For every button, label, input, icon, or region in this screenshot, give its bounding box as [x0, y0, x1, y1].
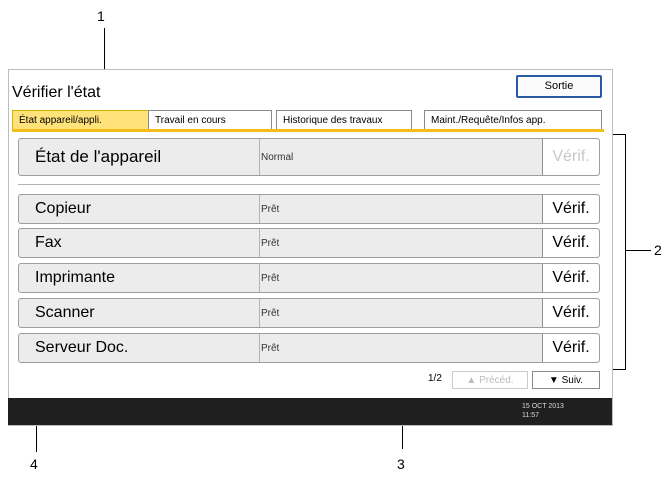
callout-2: 2 — [654, 242, 662, 258]
fax-check-button[interactable]: Vérif. — [542, 229, 599, 257]
page-indicator: 1/2 — [428, 373, 442, 384]
callout-2-bracket — [625, 134, 626, 370]
function-row-printer: Imprimante Prêt Vérif. — [18, 263, 600, 293]
function-status: Prêt — [261, 203, 280, 215]
tab-current-job[interactable]: Travail en cours — [148, 110, 272, 130]
function-row-scanner: Scanner Prêt Vérif. — [18, 298, 600, 328]
screen-title: Vérifier l'état — [12, 84, 101, 101]
function-status: Prêt — [261, 307, 280, 319]
callout-1: 1 — [97, 8, 105, 24]
machine-status-value: Normal — [261, 151, 294, 163]
next-page-button[interactable]: ▼ Suiv. — [532, 371, 600, 389]
callout-3: 3 — [397, 456, 405, 472]
function-name: Scanner — [35, 299, 260, 327]
tab-machine-app-status[interactable]: État appareil/appli. — [12, 110, 152, 130]
divider — [18, 184, 600, 185]
machine-status-label: État de l'appareil — [35, 139, 260, 175]
function-name: Fax — [35, 229, 260, 257]
machine-check-button[interactable]: Vérif. — [542, 139, 599, 175]
clock: 15 OCT 2013 11:57 — [522, 402, 564, 420]
function-status: Prêt — [261, 237, 280, 249]
tab-job-history[interactable]: Historique des travaux — [276, 110, 412, 130]
callout-4: 4 — [30, 456, 38, 472]
function-status: Prêt — [261, 272, 280, 284]
function-name: Serveur Doc. — [35, 334, 260, 362]
function-row-copier: Copieur Prêt Vérif. — [18, 194, 600, 224]
date: 15 OCT 2013 — [522, 403, 564, 410]
callout-2-line — [625, 250, 651, 251]
scanner-check-button[interactable]: Vérif. — [542, 299, 599, 327]
function-row-fax: Fax Prêt Vérif. — [18, 228, 600, 258]
printer-check-button[interactable]: Vérif. — [542, 264, 599, 292]
function-name: Imprimante — [35, 264, 260, 292]
function-row-document-server: Serveur Doc. Prêt Vérif. — [18, 333, 600, 363]
copier-check-button[interactable]: Vérif. — [542, 195, 599, 223]
function-status: Prêt — [261, 342, 280, 354]
machine-status-row: État de l'appareil Normal Vérif. — [18, 138, 600, 176]
exit-button[interactable]: Sortie — [516, 75, 602, 98]
tab-maintenance-info[interactable]: Maint./Requête/Infos app. — [424, 110, 602, 130]
document-server-check-button[interactable]: Vérif. — [542, 334, 599, 362]
time: 11:57 — [522, 412, 539, 419]
function-name: Copieur — [35, 195, 260, 223]
tab-underline — [12, 129, 604, 132]
previous-page-button[interactable]: ▲ Précéd. — [452, 371, 528, 389]
